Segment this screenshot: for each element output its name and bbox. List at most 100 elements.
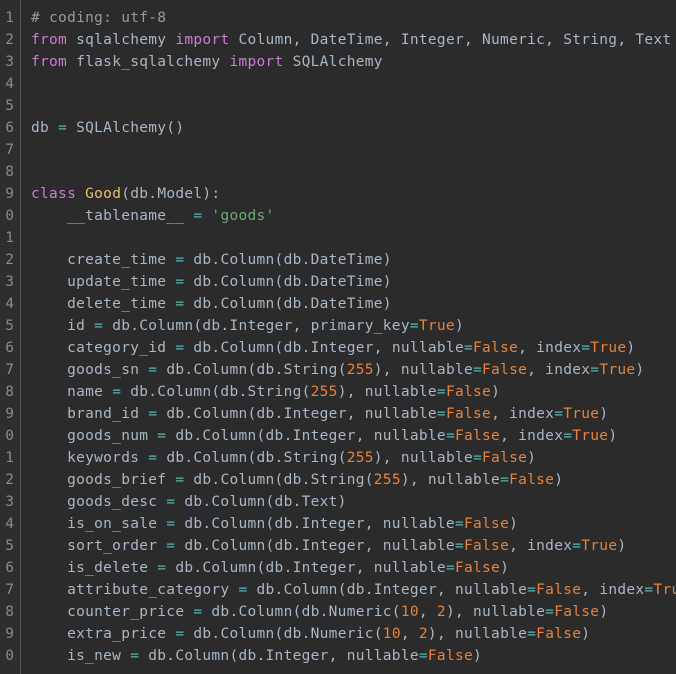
code-token: db.Column(db.Numeric( (202, 604, 401, 620)
code-line[interactable] (31, 139, 676, 161)
code-line[interactable] (31, 161, 676, 183)
code-token: db.Column(db.Integer, nullable (166, 560, 446, 576)
code-token: True (418, 318, 455, 334)
code-token: SQLAlchemy (283, 54, 383, 70)
line-number: 4 (5, 516, 14, 532)
code-token: = (436, 406, 446, 422)
code-token: sqlalchemy (67, 32, 176, 48)
code-token: = (527, 582, 537, 598)
code-token: ) (491, 384, 501, 400)
code-token: is_new (31, 648, 131, 664)
code-token: Column, DateTime, Integer, Numeric, Stri… (229, 32, 672, 48)
line-number-gutter[interactable]: 1 2 3 4 5 6 7 8 9 0 1 2 3 4 5 6 7 8 9 0 1 2 3 4 5 6 7 8 9 0 (0, 0, 21, 674)
code-token: Good (85, 186, 122, 202)
code-token: db.Column(db.Integer, nullable (175, 538, 455, 554)
line-number: 2 (5, 252, 14, 268)
code-line[interactable]: goods_brief = db.Column(db.String(255), … (31, 469, 676, 491)
code-token: = (112, 384, 122, 400)
code-line[interactable]: attribute_category = db.Column(db.Intege… (31, 579, 676, 601)
code-token: , index (527, 362, 591, 378)
code-token: , index (581, 582, 645, 598)
code-token: False (463, 538, 510, 554)
code-line[interactable]: is_on_sale = db.Column(db.Integer, nulla… (31, 513, 676, 535)
code-line[interactable]: is_delete = db.Column(db.Integer, nullab… (31, 557, 676, 579)
code-line[interactable]: is_new = db.Column(db.Integer, nullable=… (31, 645, 676, 667)
code-token: = (166, 494, 176, 510)
code-line[interactable]: extra_price = db.Column(db.Numeric(10, 2… (31, 623, 676, 645)
code-content-area[interactable]: # coding: utf-8 from sqlalchemy import Co… (21, 0, 676, 674)
line-number: 2 (5, 472, 14, 488)
code-line[interactable]: delete_time = db.Column(db.DateTime) (31, 293, 676, 315)
code-token: is_delete (31, 560, 158, 576)
code-token: False (482, 362, 528, 378)
line-number: 1 (5, 10, 14, 26)
code-line[interactable] (31, 227, 676, 249)
code-line[interactable]: goods_desc = db.Column(db.Text) (31, 491, 676, 513)
code-token: attribute_category (31, 582, 239, 598)
code-line[interactable]: from flask_sqlalchemy import SQLAlchemy (31, 51, 676, 73)
code-line[interactable] (31, 95, 676, 117)
code-token: False (427, 648, 474, 664)
code-token: class (31, 186, 77, 202)
code-line[interactable] (31, 73, 676, 95)
code-token: = (148, 362, 158, 378)
code-token: 10 (400, 604, 419, 620)
code-token: True (590, 340, 627, 356)
code-token: = (175, 340, 185, 356)
code-token: False (509, 472, 555, 488)
code-line[interactable]: keywords = db.Column(db.String(255), nul… (31, 447, 676, 469)
line-number: 1 (5, 450, 14, 466)
code-token: db (31, 120, 59, 136)
code-token: ) (626, 340, 636, 356)
code-token: = (454, 516, 464, 532)
line-number: 4 (5, 76, 14, 92)
code-token: = (545, 604, 555, 620)
code-line[interactable]: goods_sn = db.Column(db.String(255), nul… (31, 359, 676, 381)
code-token: db.Column(db.Integer, nullable (175, 516, 455, 532)
code-line[interactable]: db = SQLAlchemy() (31, 117, 676, 139)
code-token: db.Column(db.String( (121, 384, 311, 400)
code-line[interactable]: sort_order = db.Column(db.Integer, nulla… (31, 535, 676, 557)
code-editor[interactable]: 1 2 3 4 5 6 7 8 9 0 1 2 3 4 5 6 7 8 9 0 1 2 3 4 5 6 7 8 9 0 # coding:… (0, 0, 676, 674)
code-token: False (454, 560, 501, 576)
code-token: ) (599, 406, 609, 422)
code-token: ), nullable (373, 450, 473, 466)
code-line[interactable]: brand_id = db.Column(db.Integer, nullabl… (31, 403, 676, 425)
line-number: 0 (5, 428, 14, 444)
code-token: db.Column(db.String( (157, 450, 347, 466)
code-token: = (473, 450, 483, 466)
code-token: ) (599, 604, 609, 620)
code-line[interactable]: id = db.Column(db.Integer, primary_key=T… (31, 315, 676, 337)
code-token: False (445, 384, 492, 400)
code-line[interactable]: name = db.Column(db.String(255), nullabl… (31, 381, 676, 403)
line-number: 2 (5, 32, 14, 48)
code-token: , index (509, 538, 573, 554)
line-number: 7 (5, 582, 14, 598)
code-token: = (454, 538, 464, 554)
code-token: db.Column(db.Integer, nullable (139, 648, 419, 664)
code-line[interactable]: from sqlalchemy import Column, DateTime,… (31, 29, 676, 51)
code-token: = (175, 296, 185, 312)
code-line[interactable]: update_time = db.Column(db.DateTime) (31, 271, 676, 293)
code-line[interactable]: # coding: utf-8 (31, 7, 676, 29)
code-line[interactable]: class Good(db.Model): (31, 183, 676, 205)
code-line[interactable]: category_id = db.Column(db.Integer, null… (31, 337, 676, 359)
code-token: delete_time (31, 296, 176, 312)
code-token: from (31, 32, 68, 48)
code-token: category_id (31, 340, 176, 356)
code-token: from (31, 54, 68, 70)
line-number: 3 (5, 494, 14, 510)
code-token: = (563, 428, 573, 444)
code-line[interactable]: counter_price = db.Column(db.Numeric(10,… (31, 601, 676, 623)
code-token: = (148, 406, 158, 422)
code-token: = (58, 120, 68, 136)
code-token: = (157, 428, 167, 444)
code-token: True (599, 362, 636, 378)
code-token: False (454, 428, 501, 444)
code-token: ), nullable (445, 604, 546, 620)
code-token: import (175, 32, 230, 48)
code-line[interactable]: create_time = db.Column(db.DateTime) (31, 249, 676, 271)
code-line[interactable]: __tablename__ = 'goods' (31, 205, 676, 227)
code-line[interactable]: goods_num = db.Column(db.Integer, nullab… (31, 425, 676, 447)
